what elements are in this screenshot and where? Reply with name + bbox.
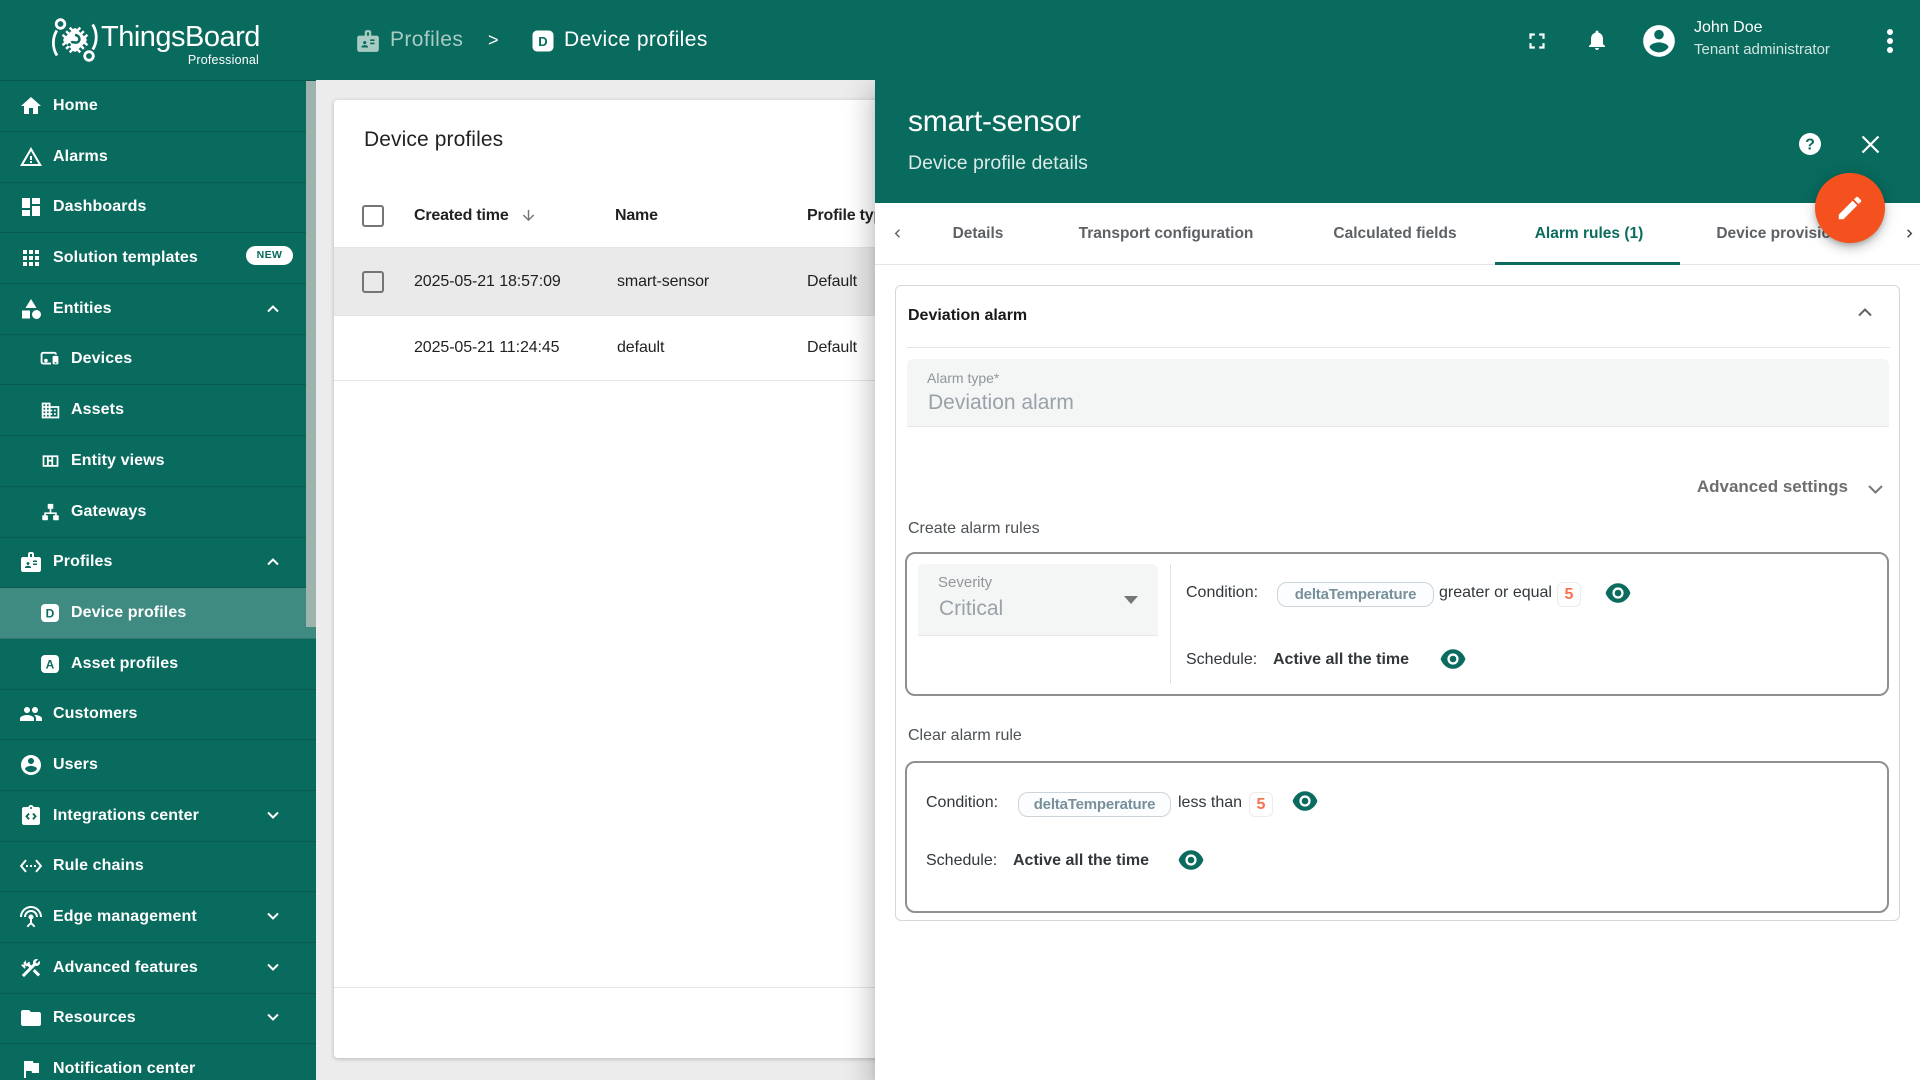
svg-text:A: A bbox=[46, 658, 55, 672]
svg-text:D: D bbox=[46, 607, 55, 621]
svg-text:?: ? bbox=[1805, 137, 1815, 154]
svg-text:D: D bbox=[538, 34, 547, 49]
